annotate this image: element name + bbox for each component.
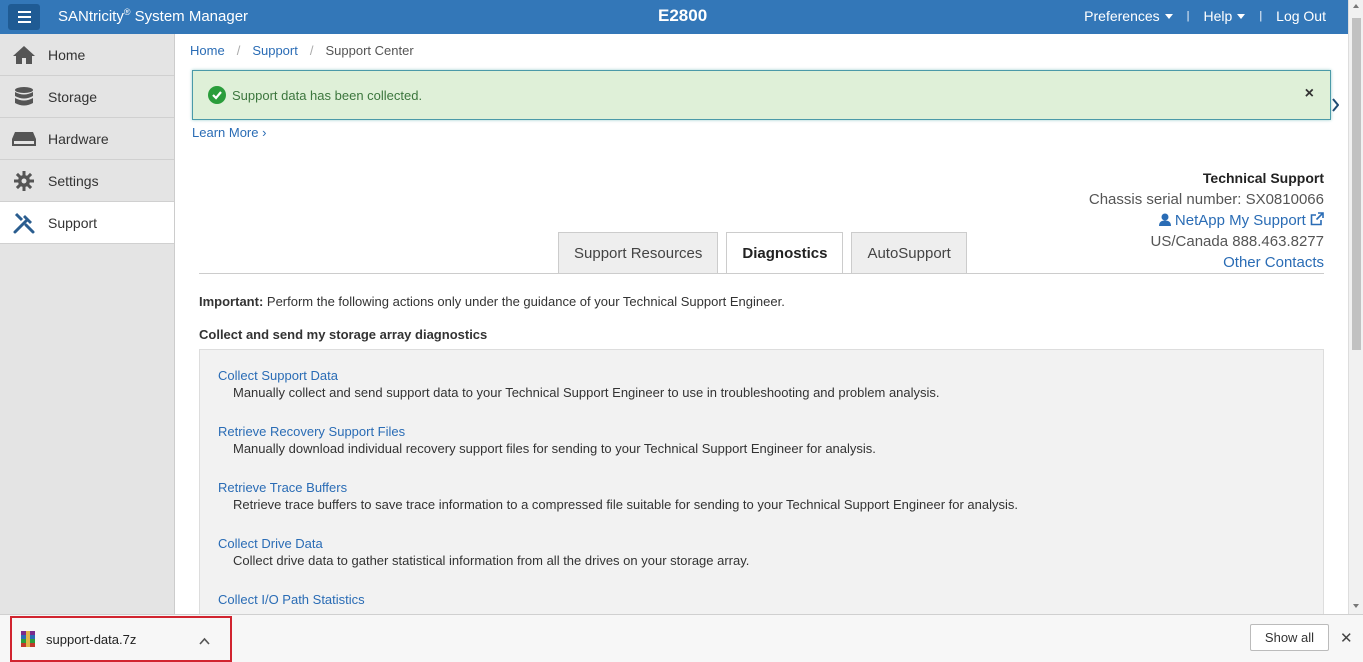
section-title: Collect and send my storage array diagno… [199, 327, 488, 342]
other-contacts-link[interactable]: Other Contacts [1223, 254, 1324, 271]
breadcrumb-current: Support Center [325, 43, 414, 58]
important-note: Important: Perform the following actions… [199, 294, 785, 309]
breadcrumb-support[interactable]: Support [252, 43, 298, 58]
top-bar: SANtricity® System Manager E2800 Prefere… [0, 0, 1348, 34]
scroll-down-icon[interactable] [1353, 604, 1359, 608]
tab-diagnostics[interactable]: Diagnostics [726, 232, 844, 274]
collect-drive-data-link[interactable]: Collect Drive Data [218, 536, 749, 551]
action-retrieve-recovery-files: Retrieve Recovery Support Files Manually… [218, 424, 876, 456]
main-content: Home / Support / Support Center Support … [176, 34, 1348, 614]
gear-icon [0, 170, 48, 191]
collect-io-path-statistics-link[interactable]: Collect I/O Path Statistics [218, 592, 365, 607]
tab-autosupport[interactable]: AutoSupport [851, 232, 967, 273]
tools-icon [0, 211, 48, 235]
tech-support-title: Technical Support [1202, 170, 1324, 186]
action-collect-support-data: Collect Support Data Manually collect an… [218, 368, 940, 400]
action-description: Collect drive data to gather statistical… [233, 553, 750, 568]
download-item[interactable]: support-data.7z [10, 616, 232, 662]
system-name: E2800 [658, 6, 708, 25]
netapp-my-support-link[interactable]: NetApp My Support [1158, 212, 1324, 229]
sidebar: Home Storage Hardware Settings Support [0, 34, 175, 614]
download-bar: support-data.7z Show all ✕ [0, 614, 1363, 662]
database-icon [0, 86, 48, 108]
help-menu[interactable]: Help [1204, 8, 1246, 24]
external-link-icon [1310, 212, 1324, 226]
sidebar-item-home[interactable]: Home [0, 34, 174, 76]
scroll-up-icon[interactable] [1353, 4, 1359, 8]
sidebar-item-hardware[interactable]: Hardware [0, 118, 174, 160]
action-description: Retrieve trace buffers to save trace inf… [233, 497, 1018, 512]
alert-message: Support data has been collected. [232, 87, 423, 103]
chevron-down-icon [1164, 13, 1173, 19]
home-icon [0, 45, 48, 65]
app-title: SANtricity® System Manager [58, 7, 249, 25]
tab-support-resources[interactable]: Support Resources [558, 232, 719, 273]
close-icon[interactable]: ✕ [1340, 629, 1353, 647]
download-filename: support-data.7z [46, 631, 137, 647]
netapp-my-support: NetApp My Support [1089, 210, 1324, 231]
sidebar-item-storage[interactable]: Storage [0, 76, 174, 118]
top-nav: Preferences | Help | Log Out [1084, 8, 1326, 24]
diagnostics-panel: Collect Support Data Manually collect an… [199, 349, 1324, 614]
hamburger-menu-button[interactable] [8, 4, 40, 30]
collapse-icon [1332, 98, 1340, 115]
preferences-menu[interactable]: Preferences [1084, 8, 1173, 24]
vertical-scrollbar[interactable] [1348, 0, 1363, 614]
breadcrumb-home[interactable]: Home [190, 43, 225, 58]
sidebar-item-settings[interactable]: Settings [0, 160, 174, 202]
retrieve-trace-buffers-link[interactable]: Retrieve Trace Buffers [218, 480, 1018, 495]
collect-support-data-link[interactable]: Collect Support Data [218, 368, 940, 383]
retrieve-recovery-support-files-link[interactable]: Retrieve Recovery Support Files [218, 424, 876, 439]
success-alert: Support data has been collected. × [192, 70, 1331, 120]
support-phone: US/Canada 888.463.8277 [1150, 233, 1324, 250]
breadcrumb: Home / Support / Support Center [190, 43, 414, 58]
action-description: Manually download individual recovery su… [233, 441, 876, 456]
scrollbar-thumb[interactable] [1352, 18, 1361, 350]
learn-more-link[interactable]: Learn More › [192, 125, 266, 140]
chassis-serial: Chassis serial number: SX0810066 [1088, 191, 1324, 208]
hardware-icon [0, 131, 48, 147]
action-collect-io-path-statistics: Collect I/O Path Statistics [218, 592, 365, 607]
user-icon [1158, 213, 1171, 226]
chevron-down-icon [1237, 13, 1246, 19]
tab-divider [199, 273, 1324, 274]
check-circle-icon [208, 86, 226, 104]
archive-file-icon [20, 630, 36, 648]
logout-link[interactable]: Log Out [1276, 8, 1326, 24]
technical-support-info: Technical Support Chassis serial number:… [1089, 168, 1324, 273]
action-retrieve-trace-buffers: Retrieve Trace Buffers Retrieve trace bu… [218, 480, 1018, 512]
chevron-up-icon[interactable] [199, 633, 210, 648]
sidebar-item-support[interactable]: Support [0, 202, 174, 244]
tab-bar: Support Resources Diagnostics AutoSuppor… [558, 232, 967, 274]
action-collect-drive-data: Collect Drive Data Collect drive data to… [218, 536, 749, 568]
action-description: Manually collect and send support data t… [233, 385, 940, 400]
alert-close-button[interactable]: × [1305, 85, 1314, 103]
show-all-button[interactable]: Show all [1250, 624, 1329, 651]
